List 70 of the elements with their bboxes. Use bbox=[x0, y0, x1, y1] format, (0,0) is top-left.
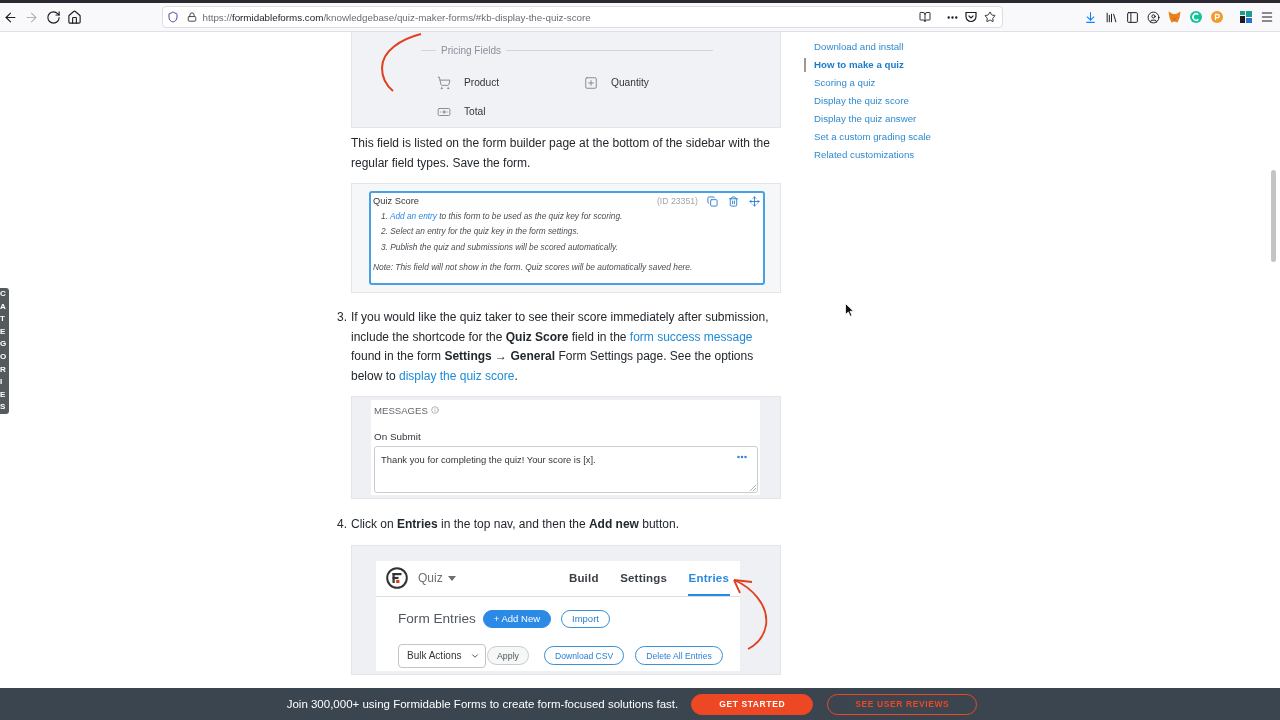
section-heading: Pricing Fields bbox=[441, 44, 502, 56]
toc-link[interactable]: Scoring a quiz bbox=[804, 76, 931, 90]
duplicate-icon[interactable] bbox=[707, 195, 718, 207]
reload-icon[interactable] bbox=[45, 9, 61, 25]
section-heading: MESSAGES bbox=[374, 404, 428, 416]
sidebar-icon[interactable] bbox=[1126, 10, 1139, 24]
link[interactable]: Add an entry bbox=[389, 210, 437, 221]
apps-grid-icon[interactable] bbox=[1239, 11, 1252, 23]
get-started-button[interactable]: GET STARTED bbox=[691, 693, 814, 715]
categories-tab[interactable]: CATEGORIES bbox=[0, 288, 9, 414]
cart-icon bbox=[437, 75, 451, 90]
annotation-arc bbox=[379, 32, 423, 93]
message-textarea[interactable]: Thank you for completing the quiz! Your score is [x]. bbox=[374, 446, 758, 493]
toc-link[interactable]: Set a custom grading scale bbox=[804, 130, 931, 144]
note-text: Note: This field will not show in the form. Quiz scores will be automatically saved here. bbox=[373, 260, 694, 274]
step-text: Click on Entries in the top nav, and then the Add new button. bbox=[351, 516, 680, 533]
form-name-dropdown[interactable]: Quiz bbox=[418, 560, 456, 596]
field-label: On Submit bbox=[374, 430, 422, 444]
page-title: Form Entries bbox=[398, 611, 476, 626]
nav-tab[interactable]: Settings bbox=[619, 560, 669, 596]
reader-view-icon[interactable] bbox=[918, 11, 931, 23]
download-icon[interactable] bbox=[1084, 10, 1097, 24]
resize-grip-icon[interactable] bbox=[750, 485, 756, 491]
trash-icon[interactable] bbox=[728, 195, 739, 207]
bookmark-star-icon[interactable] bbox=[983, 11, 996, 23]
logo-icon bbox=[386, 567, 408, 589]
paragraph: This field is listed on the form builder page at the bottom of the sidebar with the regular field types. Save the form. bbox=[351, 135, 771, 172]
field-id: (ID 23351) bbox=[656, 196, 698, 206]
scrollbar-thumb[interactable] bbox=[1271, 170, 1276, 262]
move-icon[interactable] bbox=[749, 195, 760, 207]
pocket-icon[interactable] bbox=[964, 11, 977, 23]
nav-tab[interactable]: Entries bbox=[687, 560, 730, 596]
caret-icon bbox=[447, 575, 456, 581]
add-new-button[interactable]: + Add New bbox=[482, 609, 552, 628]
apply-button[interactable]: Apply bbox=[487, 646, 529, 665]
menu-icon[interactable] bbox=[1259, 10, 1274, 24]
home-icon[interactable] bbox=[67, 9, 82, 25]
list-number: 4. bbox=[337, 516, 348, 533]
toc-link[interactable]: Display the quiz score bbox=[804, 94, 931, 108]
toc-link[interactable]: Related customizations bbox=[804, 148, 931, 162]
pointer-cursor-icon bbox=[845, 303, 854, 317]
field-type-label: Total bbox=[464, 106, 486, 117]
address-bar[interactable]: https://formidableforms.com/knowledgebase/quiz-maker-forms/#kb-display-the-quiz-score bbox=[161, 6, 1003, 28]
delete-entries-button[interactable]: Delete All Entries bbox=[635, 646, 723, 665]
fox-icon[interactable] bbox=[1168, 11, 1181, 23]
link[interactable]: form success message bbox=[629, 329, 753, 344]
url-text: https://formidableforms.com/knowledgebase/quiz-maker-forms/#kb-display-the-quiz-score bbox=[202, 11, 591, 23]
nav-tab[interactable]: Build bbox=[567, 560, 600, 596]
import-button[interactable]: Import bbox=[561, 609, 610, 628]
library-icon[interactable] bbox=[1105, 10, 1118, 24]
account-icon[interactable] bbox=[1147, 10, 1160, 24]
info-icon bbox=[430, 406, 439, 414]
shield-icon[interactable] bbox=[166, 11, 179, 23]
field-title: Quiz Score bbox=[373, 196, 419, 206]
instruction-text: 3. Publish the quiz and submissions will be scored automatically. bbox=[381, 240, 619, 254]
list-number: 3. bbox=[337, 309, 348, 326]
bulk-actions-select[interactable]: Bulk Actions bbox=[398, 643, 486, 668]
toc-link[interactable]: How to make a quiz bbox=[804, 58, 931, 72]
field-type-label: Quantity bbox=[611, 77, 649, 88]
plus-square-icon bbox=[584, 75, 598, 90]
toc-link[interactable]: Download and install bbox=[804, 40, 931, 54]
download-csv-button[interactable]: Download CSV bbox=[544, 646, 625, 665]
promo-text: Join 300,000+ using Formidable Forms to create form-focused solutions fast. bbox=[286, 698, 679, 710]
instruction-text: 2. Select an entry for the quiz key in the form settings. bbox=[381, 225, 580, 238]
instruction-text: 1. Add an entry to this form to be used as the quiz key for scoring. bbox=[381, 209, 624, 223]
step-text: If you would like the quiz taker to see their score immediately after submission, include the shortcode for the Quiz Score field in the form success message found in the form Settings → General Form Settings page. See the options below to display the quiz score. bbox=[351, 309, 770, 385]
lock-icon[interactable] bbox=[186, 12, 197, 22]
field-type-label: Product bbox=[464, 77, 500, 88]
back-arrow-icon[interactable] bbox=[2, 9, 18, 25]
toc-link[interactable]: Display the quiz answer bbox=[804, 112, 931, 126]
